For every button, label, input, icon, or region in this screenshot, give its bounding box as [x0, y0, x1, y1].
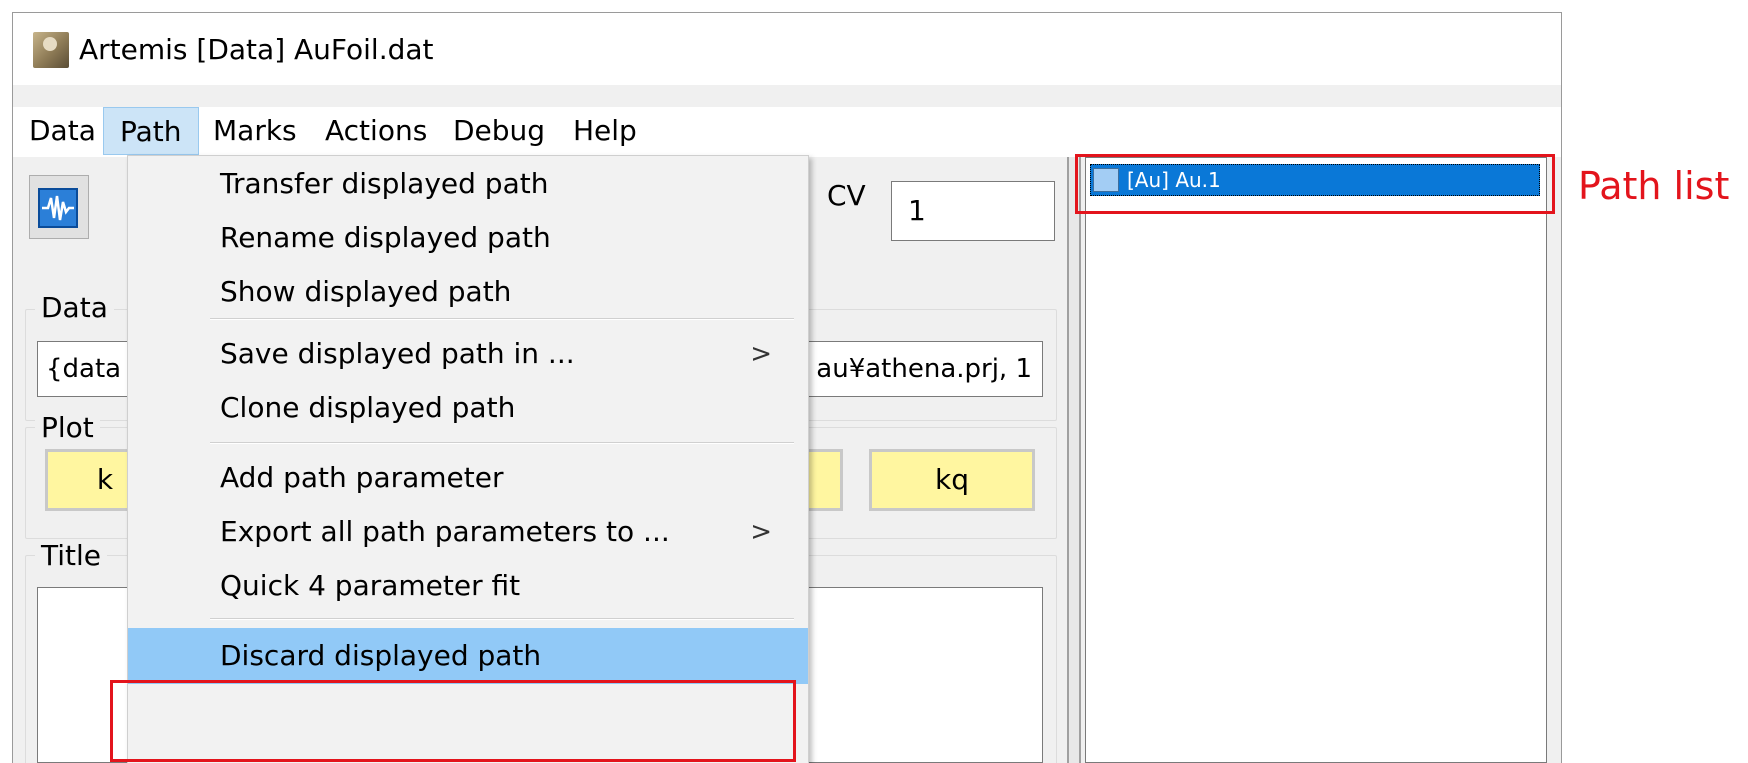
menu-item-save-displayed-path-in[interactable]: Save displayed path in ... >: [128, 326, 808, 382]
menu-item-clone-displayed-path[interactable]: Clone displayed path: [128, 380, 808, 436]
cv-input[interactable]: 1: [891, 181, 1055, 241]
menu-item-export-all-path-parameters[interactable]: Export all path parameters to ... >: [128, 504, 808, 560]
title-group-label: Title: [35, 539, 108, 572]
menu-item-label: Clone displayed path: [220, 391, 516, 424]
menu-item-label: Quick 4 parameter fit: [220, 569, 521, 602]
plot-toggle-button[interactable]: [29, 175, 89, 239]
menu-data[interactable]: Data: [13, 107, 112, 155]
menu-marks[interactable]: Marks: [197, 107, 313, 155]
path-list-highlight-box: [1075, 154, 1555, 214]
plot-kq-button[interactable]: kq: [869, 449, 1035, 511]
menu-item-label: Add path parameter: [220, 461, 504, 494]
menu-separator: [210, 442, 794, 444]
menu-item-label: Discard displayed path: [220, 639, 542, 672]
window-title: Artemis [Data] AuFoil.dat: [79, 33, 434, 66]
menu-item-quick-4-parameter-fit[interactable]: Quick 4 parameter fit: [128, 558, 808, 614]
menu-item-add-path-parameter[interactable]: Add path parameter: [128, 450, 808, 506]
artemis-app-icon: [33, 32, 69, 68]
title-bar: Artemis [Data] AuFoil.dat: [13, 13, 1561, 85]
discard-highlight-box: [110, 680, 796, 762]
data-group-label: Data: [35, 291, 114, 324]
menu-item-label: Transfer displayed path: [220, 167, 549, 200]
data-source-left-text: {data: [46, 354, 122, 384]
path-menu-dropdown: Transfer displayed path Rename displayed…: [127, 155, 809, 763]
menu-item-label: Show displayed path: [220, 275, 512, 308]
menu-item-show-displayed-path[interactable]: Show displayed path: [128, 264, 808, 320]
artemis-window: Artemis [Data] AuFoil.dat Data Path Mark…: [12, 12, 1562, 763]
waveform-icon: [38, 188, 78, 228]
menu-item-transfer-displayed-path[interactable]: Transfer displayed path: [128, 156, 808, 212]
menu-separator: [210, 618, 794, 620]
menu-path[interactable]: Path: [103, 107, 199, 155]
menu-help[interactable]: Help: [557, 107, 653, 155]
menu-item-rename-displayed-path[interactable]: Rename displayed path: [128, 210, 808, 266]
menu-item-label: Rename displayed path: [220, 221, 551, 254]
path-list[interactable]: [Au] Au.1: [1085, 157, 1547, 763]
menu-bar: Data Path Marks Actions Debug Help: [13, 107, 1561, 157]
menu-actions[interactable]: Actions: [309, 107, 443, 155]
submenu-arrow-icon: >: [750, 339, 772, 369]
menu-separator: [210, 318, 794, 320]
panel-splitter[interactable]: [1067, 157, 1081, 763]
menu-debug[interactable]: Debug: [437, 107, 561, 155]
data-source-right-text: au¥athena.prj, 1: [816, 354, 1032, 384]
menu-item-label: Save displayed path in ...: [220, 337, 575, 370]
cv-label: CV: [827, 179, 866, 212]
path-list-annotation: Path list: [1578, 164, 1730, 208]
menu-item-label: Export all path parameters to ...: [220, 515, 670, 548]
plot-group-label: Plot: [35, 411, 100, 444]
submenu-arrow-icon: >: [750, 517, 772, 547]
menu-item-discard-displayed-path[interactable]: Discard displayed path: [128, 628, 808, 684]
